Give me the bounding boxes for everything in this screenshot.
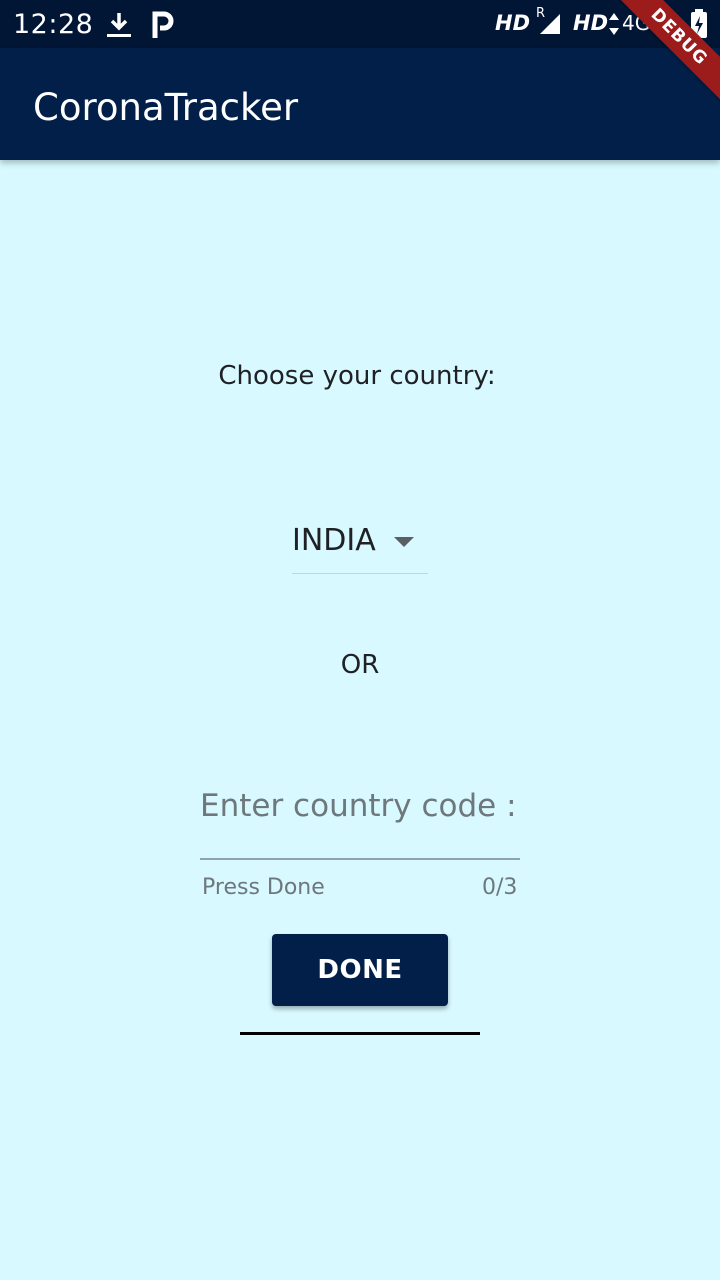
helper-text: Press Done [202,875,325,900]
country-dropdown-value: INDIA [292,523,376,558]
character-counter: 0/3 [482,875,518,900]
country-code-field [200,776,520,860]
or-label: OR [340,650,380,680]
dropdown-arrow-icon [392,535,416,553]
status-time: 12:28 [13,9,94,40]
download-icon [104,10,134,45]
parking-app-icon [152,10,176,45]
app-title: CoronaTracker [33,86,299,129]
divider [240,1032,480,1035]
choose-country-label: Choose your country: [218,361,496,391]
hd-indicator-1: HD [495,11,531,35]
status-bar: 12:28 HD R HD 4G [0,0,720,48]
hd-indicator-2: HD [573,11,609,35]
data-arrows-icon [608,13,620,40]
signal-icon [538,12,562,41]
app-bar: CoronaTracker [0,48,720,160]
country-dropdown[interactable]: INDIA [292,515,428,574]
country-code-input[interactable] [200,776,520,836]
done-button[interactable]: DONE [272,934,448,1006]
